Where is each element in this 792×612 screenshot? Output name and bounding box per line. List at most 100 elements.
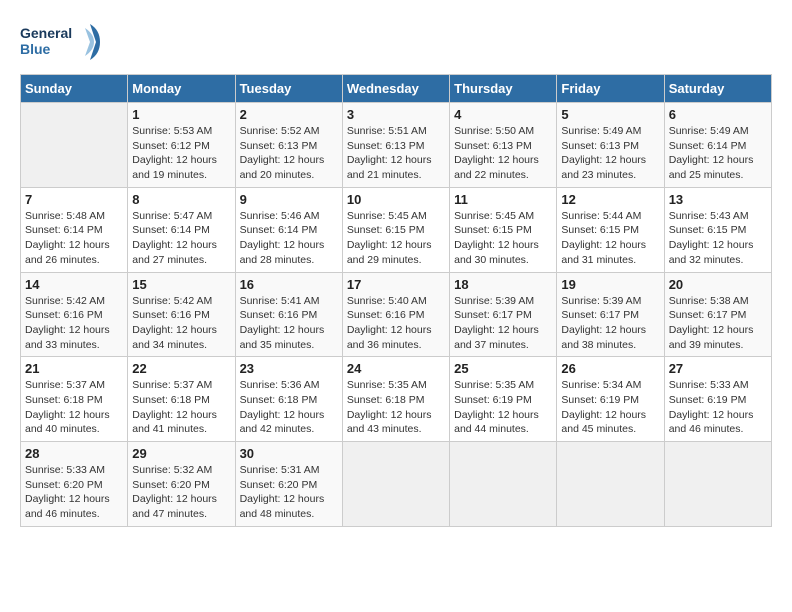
day-cell: 18 Sunrise: 5:39 AM Sunset: 6:17 PM Dayli…	[450, 272, 557, 357]
day-cell: 12 Sunrise: 5:44 AM Sunset: 6:15 PM Dayli…	[557, 187, 664, 272]
day-number: 1	[132, 107, 230, 122]
day-cell	[557, 442, 664, 527]
day-info: Sunrise: 5:33 AM Sunset: 6:19 PM Dayligh…	[669, 378, 767, 437]
day-number: 9	[240, 192, 338, 207]
day-cell: 5Sunrise: 5:49 AM Sunset: 6:13 PM Daylig…	[557, 103, 664, 188]
day-info: Sunrise: 5:53 AM Sunset: 6:12 PM Dayligh…	[132, 124, 230, 183]
day-info: Sunrise: 5:35 AM Sunset: 6:19 PM Dayligh…	[454, 378, 552, 437]
day-number: 4	[454, 107, 552, 122]
logo: General Blue	[20, 20, 100, 64]
day-number: 29	[132, 446, 230, 461]
day-number: 26	[561, 361, 659, 376]
day-cell: 7 Sunrise: 5:48 AM Sunset: 6:14 PM Daylig…	[21, 187, 128, 272]
day-cell	[664, 442, 771, 527]
day-cell: 25 Sunrise: 5:35 AM Sunset: 6:19 PM Dayli…	[450, 357, 557, 442]
day-info: Sunrise: 5:38 AM Sunset: 6:17 PM Dayligh…	[669, 294, 767, 353]
day-number: 13	[669, 192, 767, 207]
day-number: 18	[454, 277, 552, 292]
day-info: Sunrise: 5:43 AM Sunset: 6:15 PM Dayligh…	[669, 209, 767, 268]
day-info: Sunrise: 5:37 AM Sunset: 6:18 PM Dayligh…	[132, 378, 230, 437]
calendar-header-row: SundayMondayTuesdayWednesdayThursdayFrid…	[21, 75, 772, 103]
day-cell: 23Sunrise: 5:36 AM Sunset: 6:18 PM Dayli…	[235, 357, 342, 442]
day-number: 14	[25, 277, 123, 292]
day-number: 12	[561, 192, 659, 207]
week-row-4: 21 Sunrise: 5:37 AM Sunset: 6:18 PM Dayli…	[21, 357, 772, 442]
column-header-wednesday: Wednesday	[342, 75, 449, 103]
day-info: Sunrise: 5:50 AM Sunset: 6:13 PM Dayligh…	[454, 124, 552, 183]
day-info: Sunrise: 5:42 AM Sunset: 6:16 PM Dayligh…	[25, 294, 123, 353]
day-info: Sunrise: 5:45 AM Sunset: 6:15 PM Dayligh…	[347, 209, 445, 268]
day-cell: 9 Sunrise: 5:46 AM Sunset: 6:14 PM Daylig…	[235, 187, 342, 272]
day-number: 15	[132, 277, 230, 292]
day-number: 20	[669, 277, 767, 292]
day-info: Sunrise: 5:51 AM Sunset: 6:13 PM Dayligh…	[347, 124, 445, 183]
day-cell: 14 Sunrise: 5:42 AM Sunset: 6:16 PM Dayli…	[21, 272, 128, 357]
day-info: Sunrise: 5:33 AM Sunset: 6:20 PM Dayligh…	[25, 463, 123, 522]
day-number: 27	[669, 361, 767, 376]
day-info: Sunrise: 5:41 AM Sunset: 6:16 PM Dayligh…	[240, 294, 338, 353]
day-cell: 20 Sunrise: 5:38 AM Sunset: 6:17 PM Dayli…	[664, 272, 771, 357]
day-cell	[342, 442, 449, 527]
day-number: 21	[25, 361, 123, 376]
day-cell: 8 Sunrise: 5:47 AM Sunset: 6:14 PM Daylig…	[128, 187, 235, 272]
logo-icon: General Blue	[20, 20, 100, 64]
day-info: Sunrise: 5:44 AM Sunset: 6:15 PM Dayligh…	[561, 209, 659, 268]
day-number: 3	[347, 107, 445, 122]
column-header-sunday: Sunday	[21, 75, 128, 103]
day-cell: 3 Sunrise: 5:51 AM Sunset: 6:13 PM Daylig…	[342, 103, 449, 188]
day-info: Sunrise: 5:49 AM Sunset: 6:14 PM Dayligh…	[669, 124, 767, 183]
column-header-friday: Friday	[557, 75, 664, 103]
day-info: Sunrise: 5:42 AM Sunset: 6:16 PM Dayligh…	[132, 294, 230, 353]
page-header: General Blue	[20, 20, 772, 64]
day-info: Sunrise: 5:32 AM Sunset: 6:20 PM Dayligh…	[132, 463, 230, 522]
day-info: Sunrise: 5:39 AM Sunset: 6:17 PM Dayligh…	[561, 294, 659, 353]
day-number: 28	[25, 446, 123, 461]
day-cell: 13 Sunrise: 5:43 AM Sunset: 6:15 PM Dayli…	[664, 187, 771, 272]
day-number: 16	[240, 277, 338, 292]
day-info: Sunrise: 5:52 AM Sunset: 6:13 PM Dayligh…	[240, 124, 338, 183]
day-cell: 19 Sunrise: 5:39 AM Sunset: 6:17 PM Dayli…	[557, 272, 664, 357]
day-info: Sunrise: 5:39 AM Sunset: 6:17 PM Dayligh…	[454, 294, 552, 353]
day-cell: 30Sunrise: 5:31 AM Sunset: 6:20 PM Dayli…	[235, 442, 342, 527]
column-header-thursday: Thursday	[450, 75, 557, 103]
day-info: Sunrise: 5:48 AM Sunset: 6:14 PM Dayligh…	[25, 209, 123, 268]
day-cell: 26 Sunrise: 5:34 AM Sunset: 6:19 PM Dayli…	[557, 357, 664, 442]
day-number: 19	[561, 277, 659, 292]
day-cell: 28 Sunrise: 5:33 AM Sunset: 6:20 PM Dayli…	[21, 442, 128, 527]
svg-text:Blue: Blue	[20, 41, 51, 57]
day-number: 2	[240, 107, 338, 122]
day-info: Sunrise: 5:35 AM Sunset: 6:18 PM Dayligh…	[347, 378, 445, 437]
day-number: 25	[454, 361, 552, 376]
week-row-1: 1 Sunrise: 5:53 AM Sunset: 6:12 PM Daylig…	[21, 103, 772, 188]
day-cell: 16 Sunrise: 5:41 AM Sunset: 6:16 PM Dayli…	[235, 272, 342, 357]
day-cell: 21Sunrise: 5:37 AM Sunset: 6:18 PM Dayli…	[21, 357, 128, 442]
day-info: Sunrise: 5:47 AM Sunset: 6:14 PM Dayligh…	[132, 209, 230, 268]
day-cell	[21, 103, 128, 188]
week-row-2: 7 Sunrise: 5:48 AM Sunset: 6:14 PM Daylig…	[21, 187, 772, 272]
week-row-5: 28 Sunrise: 5:33 AM Sunset: 6:20 PM Dayli…	[21, 442, 772, 527]
column-header-saturday: Saturday	[664, 75, 771, 103]
column-header-monday: Monday	[128, 75, 235, 103]
day-cell: 10 Sunrise: 5:45 AM Sunset: 6:15 PM Dayli…	[342, 187, 449, 272]
day-cell: 29 Sunrise: 5:32 AM Sunset: 6:20 PM Dayli…	[128, 442, 235, 527]
day-info: Sunrise: 5:34 AM Sunset: 6:19 PM Dayligh…	[561, 378, 659, 437]
day-number: 7	[25, 192, 123, 207]
day-cell: 27 Sunrise: 5:33 AM Sunset: 6:19 PM Dayli…	[664, 357, 771, 442]
day-cell: 22 Sunrise: 5:37 AM Sunset: 6:18 PM Dayli…	[128, 357, 235, 442]
day-number: 8	[132, 192, 230, 207]
day-info: Sunrise: 5:36 AM Sunset: 6:18 PM Dayligh…	[240, 378, 338, 437]
day-info: Sunrise: 5:46 AM Sunset: 6:14 PM Dayligh…	[240, 209, 338, 268]
day-number: 17	[347, 277, 445, 292]
column-header-tuesday: Tuesday	[235, 75, 342, 103]
calendar-table: SundayMondayTuesdayWednesdayThursdayFrid…	[20, 74, 772, 527]
day-cell: 1 Sunrise: 5:53 AM Sunset: 6:12 PM Daylig…	[128, 103, 235, 188]
day-cell: 2 Sunrise: 5:52 AM Sunset: 6:13 PM Daylig…	[235, 103, 342, 188]
day-number: 6	[669, 107, 767, 122]
day-number: 22	[132, 361, 230, 376]
week-row-3: 14 Sunrise: 5:42 AM Sunset: 6:16 PM Dayli…	[21, 272, 772, 357]
svg-text:General: General	[20, 25, 72, 41]
day-info: Sunrise: 5:31 AM Sunset: 6:20 PM Dayligh…	[240, 463, 338, 522]
day-number: 10	[347, 192, 445, 207]
day-info: Sunrise: 5:49 AM Sunset: 6:13 PM Dayligh…	[561, 124, 659, 183]
day-cell: 6 Sunrise: 5:49 AM Sunset: 6:14 PM Daylig…	[664, 103, 771, 188]
